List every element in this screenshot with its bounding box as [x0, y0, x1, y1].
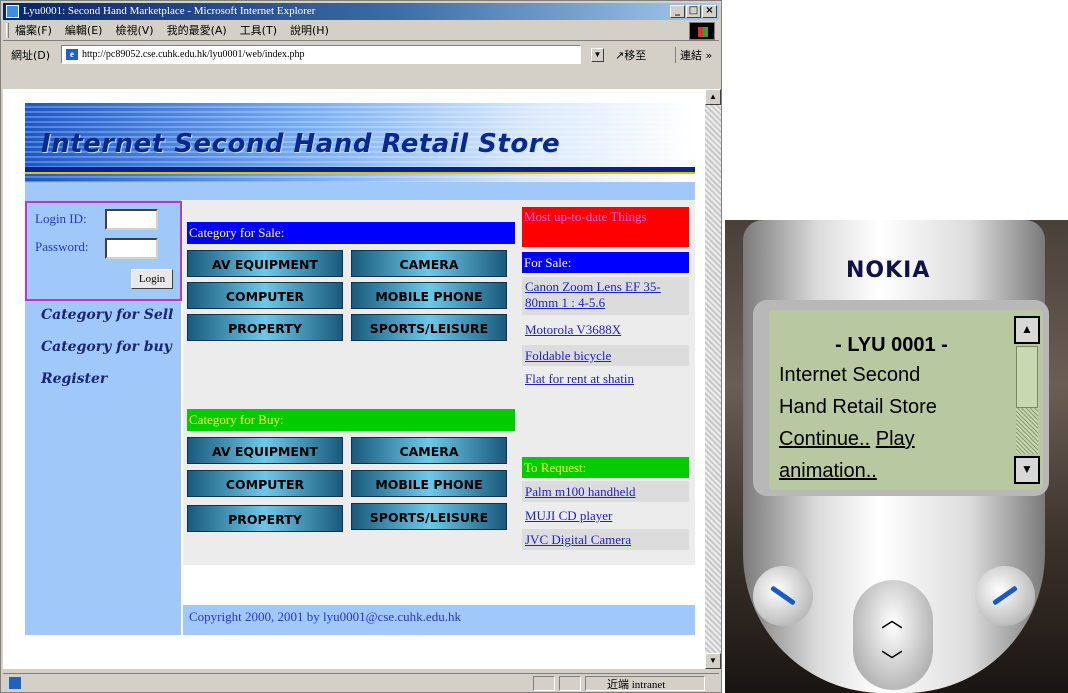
- window-title: Lyu0001: Second Hand Marketplace - Micro…: [23, 5, 316, 17]
- nav-down-icon[interactable]: ﹀: [881, 644, 903, 676]
- phone-screen: - LYU 0001 - Internet Second Hand Retail…: [769, 310, 1043, 490]
- go-label: 移至: [624, 49, 647, 62]
- menu-help[interactable]: 說明(H): [290, 21, 329, 41]
- buy-camera-button[interactable]: CAMERA: [351, 437, 507, 464]
- for-sale-item[interactable]: Canon Zoom Lens EF 35-80mm 1 : 4-5.6: [522, 277, 689, 315]
- menu-tools[interactable]: 工具(T): [240, 21, 277, 41]
- buy-mobile-phone-button[interactable]: MOBILE PHONE: [351, 470, 507, 497]
- login-button[interactable]: Login: [131, 269, 173, 289]
- request-item[interactable]: MUJI CD player: [522, 508, 689, 524]
- password-input[interactable]: [105, 238, 158, 259]
- request-heading: To Request:: [522, 457, 689, 478]
- menu-edit[interactable]: 編輯(E): [65, 21, 103, 41]
- buy-av-equipment-button[interactable]: AV EQUIPMENT: [187, 437, 343, 464]
- sale-property-button[interactable]: PROPERTY: [187, 314, 343, 341]
- phone-keys: ︿ ﹀: [743, 520, 1045, 693]
- nav-up-icon[interactable]: ︿: [881, 602, 903, 634]
- screen-scroll-hatch: [1016, 408, 1038, 454]
- zone-label: 近端 intranet: [607, 679, 666, 691]
- go-button[interactable]: ↗移至: [615, 47, 646, 63]
- minimize-button[interactable]: _: [670, 5, 685, 18]
- animation-link[interactable]: animation..: [779, 460, 877, 482]
- screen-title: - LYU 0001 -: [769, 334, 1014, 357]
- menu-grip: [6, 23, 9, 38]
- maximize-button[interactable]: □: [686, 5, 701, 18]
- category-for-sell-link[interactable]: Category for Sell: [41, 307, 173, 323]
- navigation-key[interactable]: ︿ ﹀: [853, 580, 933, 690]
- sale-av-equipment-button[interactable]: AV EQUIPMENT: [187, 250, 343, 277]
- screen-line-2: Hand Retail Store: [779, 396, 937, 418]
- sale-heading: Category for Sale:: [187, 222, 515, 244]
- menu-favorites[interactable]: 我的最愛(A): [167, 21, 227, 41]
- menu-file[interactable]: 檔案(F): [15, 21, 52, 41]
- screen-title-text: - LYU 0001 -: [835, 334, 948, 356]
- buy-heading: Category for Buy:: [187, 409, 515, 431]
- request-item[interactable]: JVC Digital Camera: [522, 529, 689, 550]
- right-softkey-icon: [992, 585, 1018, 606]
- for-sale-heading: For Sale:: [522, 252, 689, 273]
- buy-property-button[interactable]: PROPERTY: [187, 505, 343, 532]
- category-for-buy-link[interactable]: Category for buy: [41, 339, 172, 355]
- request-item[interactable]: Palm m100 handheld: [522, 481, 689, 502]
- page-icon: e: [65, 48, 79, 61]
- for-sale-item[interactable]: Foldable bicycle: [522, 345, 689, 366]
- address-input[interactable]: http://pc89052.cse.cuhk.edu.hk/lyu0001/w…: [61, 45, 581, 64]
- title-bar: Lyu0001: Second Hand Marketplace - Micro…: [3, 3, 719, 20]
- window-controls: _ □ ×: [670, 5, 717, 18]
- for-sale-item[interactable]: Flat for rent at shatin: [522, 371, 689, 387]
- page-viewport: Internet Second Hand Retail Store Login …: [3, 89, 705, 669]
- address-bar: 網址(D) http://pc89052.cse.cuhk.edu.hk/lyu…: [3, 43, 719, 67]
- nav-strip: [25, 182, 695, 200]
- vertical-scrollbar[interactable]: ▲ ▼: [705, 89, 721, 669]
- screen-scroll-thumb[interactable]: [1016, 346, 1038, 408]
- login-id-input[interactable]: [105, 209, 158, 230]
- buy-sports-leisure-button[interactable]: SPORTS/LEISURE: [351, 503, 507, 530]
- status-segment: [533, 676, 555, 691]
- scroll-up-icon[interactable]: ▲: [705, 89, 721, 105]
- nokia-logo: NOKIA: [846, 258, 931, 283]
- right-softkey[interactable]: [975, 566, 1035, 626]
- address-dropdown-icon[interactable]: ▼: [591, 48, 604, 62]
- banner-rule: [25, 167, 695, 174]
- screen-scroll-up-icon[interactable]: ▲: [1014, 316, 1040, 344]
- ie-window: Lyu0001: Second Hand Marketplace - Micro…: [0, 0, 722, 693]
- left-softkey[interactable]: [753, 566, 813, 626]
- ie-icon: [6, 5, 19, 18]
- sale-camera-button[interactable]: CAMERA: [351, 250, 507, 277]
- nokia-phone: NOKIA - LYU 0001 - Internet Second Hand …: [725, 220, 1068, 693]
- sale-computer-button[interactable]: COMPUTER: [187, 282, 343, 309]
- close-button[interactable]: ×: [702, 5, 717, 18]
- sale-mobile-phone-button[interactable]: MOBILE PHONE: [351, 282, 507, 309]
- latest-heading: Most up-to-date Things: [522, 207, 689, 247]
- login-form: Login ID: Password: Login: [25, 201, 182, 301]
- links-button[interactable]: 連結 »: [675, 47, 712, 63]
- footer-copyright: Copyright 2000, 2001 by lyu0001@cse.cuhk…: [189, 609, 461, 624]
- screen-scroll-down-icon[interactable]: ▼: [1014, 456, 1040, 484]
- continue-link[interactable]: Continue..: [779, 428, 870, 450]
- status-page-icon: [9, 677, 21, 689]
- left-softkey-icon: [770, 585, 796, 606]
- animation-link-row: animation..: [779, 460, 877, 483]
- status-segment: [559, 676, 581, 691]
- sale-sports-leisure-button[interactable]: SPORTS/LEISURE: [351, 314, 507, 341]
- windows-logo-icon: [689, 22, 715, 40]
- address-label: 網址(D): [11, 49, 51, 62]
- password-label: Password:: [35, 239, 89, 254]
- go-arrow-icon: ↗: [615, 49, 625, 62]
- status-bar: 近端 intranet: [3, 673, 719, 692]
- menu-view[interactable]: 檢視(V): [115, 21, 153, 41]
- login-id-label: Login ID:: [35, 211, 87, 226]
- menu-bar: 檔案(F) 編輯(E) 檢視(V) 我的最愛(A) 工具(T) 說明(H): [3, 21, 719, 41]
- for-sale-item[interactable]: Motorola V3688X: [522, 322, 689, 338]
- register-link[interactable]: Register: [41, 371, 107, 387]
- scroll-down-icon[interactable]: ▼: [705, 653, 721, 669]
- play-link[interactable]: Play: [876, 428, 915, 450]
- buy-computer-button[interactable]: COMPUTER: [187, 470, 343, 497]
- screen-links-row: Continue.. Play: [779, 428, 915, 451]
- screen-scrollbar[interactable]: ▲ ▼: [1014, 316, 1040, 484]
- screen-line-1: Internet Second: [779, 364, 921, 386]
- banner-title: Internet Second Hand Retail Store: [41, 129, 561, 159]
